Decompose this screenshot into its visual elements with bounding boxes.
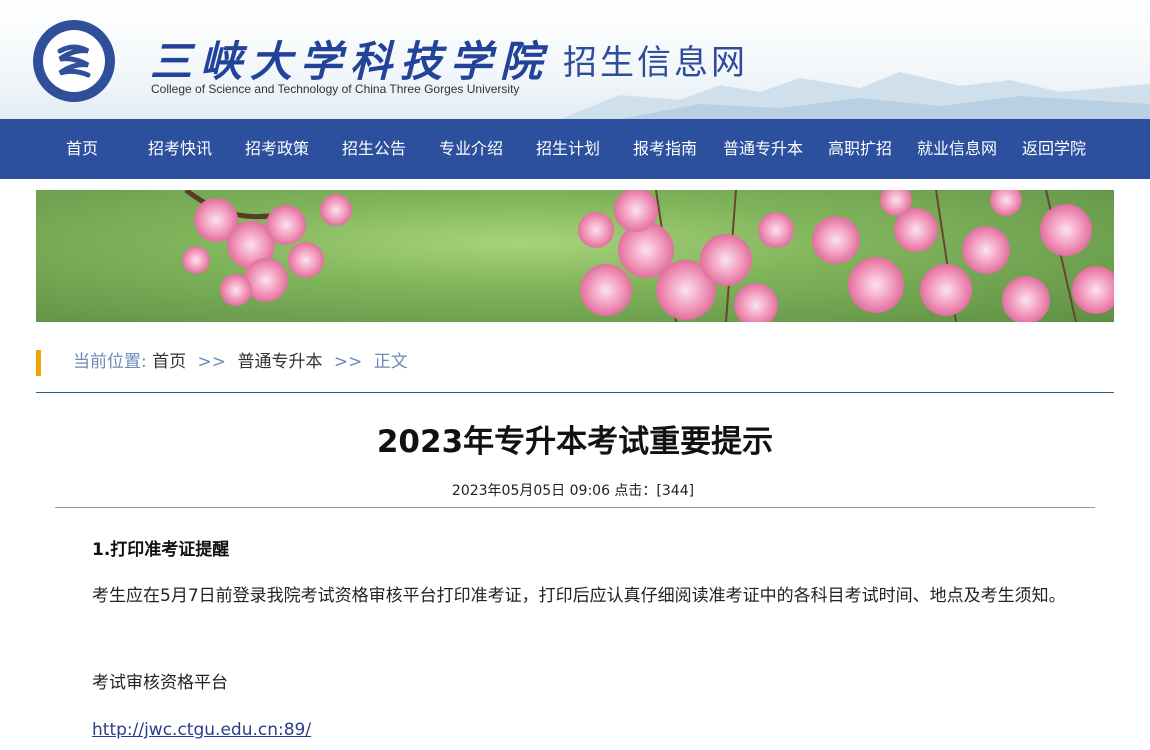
breadcrumb-home-link[interactable]: 首页	[152, 352, 186, 372]
article-divider	[55, 507, 1095, 508]
breadcrumb-divider	[36, 392, 1114, 393]
article-title: 2023年专升本考试重要提示	[376, 424, 774, 460]
school-name-cn: 三峡大学科技学院	[150, 37, 551, 86]
nav-item-plan[interactable]: 招生计划	[528, 119, 608, 179]
section-heading: 1.打印准考证提醒	[92, 540, 230, 560]
breadcrumb-current: 正文	[373, 352, 408, 372]
breadcrumb-label: 当前位置:	[73, 352, 147, 372]
nav-item-news[interactable]: 招考快讯	[140, 119, 220, 179]
nav-item-expand[interactable]: 高职扩招	[820, 119, 900, 179]
article-paragraph: 考生应在5月7日前登录我院考试资格审核平台打印准考证，打印后应认真仔细阅读准考证…	[92, 586, 1066, 606]
school-name-en: College of Science and Technology of Chi…	[151, 82, 520, 96]
platform-label: 考试审核资格平台	[92, 673, 228, 693]
breadcrumb-separator: >>	[333, 352, 363, 372]
school-logo[interactable]	[33, 20, 115, 102]
platform-link[interactable]: http://jwc.ctgu.edu.cn:89/	[92, 720, 311, 740]
nav-item-upgrade[interactable]: 普通专升本	[718, 119, 808, 179]
breadcrumb-section-link[interactable]: 普通专升本	[237, 352, 322, 372]
nav-item-jobs[interactable]: 就业信息网	[912, 119, 1002, 179]
site-name: 招生信息网	[563, 43, 748, 83]
article-meta: 2023年05月05日 09:06 点击：[344]	[451, 483, 695, 499]
nav-item-notice[interactable]: 招生公告	[334, 119, 414, 179]
nav-item-majors[interactable]: 专业介绍	[431, 119, 511, 179]
nav-item-return[interactable]: 返回学院	[1014, 119, 1094, 179]
breadcrumb-text: 当前位置: 首页 >> 普通专升本 >> 正文	[73, 348, 408, 376]
breadcrumb: 当前位置: 首页 >> 普通专升本 >> 正文	[36, 348, 1114, 376]
blossom-banner	[36, 190, 1114, 322]
breadcrumb-accent-bar	[36, 350, 41, 376]
nav-item-policy[interactable]: 招考政策	[237, 119, 317, 179]
nav-item-home[interactable]: 首页	[50, 119, 114, 179]
nav-item-guide[interactable]: 报考指南	[625, 119, 705, 179]
logo-emblem-icon	[57, 44, 91, 78]
cherry-blossom-image	[182, 190, 1114, 322]
site-header: 三峡大学科技学院 招生信息网 College of Science and Te…	[0, 0, 1150, 119]
main-nav: 首页 招考快讯 招考政策 招生公告 专业介绍 招生计划 报考指南 普通专升本 高…	[0, 119, 1150, 179]
breadcrumb-separator: >>	[197, 352, 227, 372]
